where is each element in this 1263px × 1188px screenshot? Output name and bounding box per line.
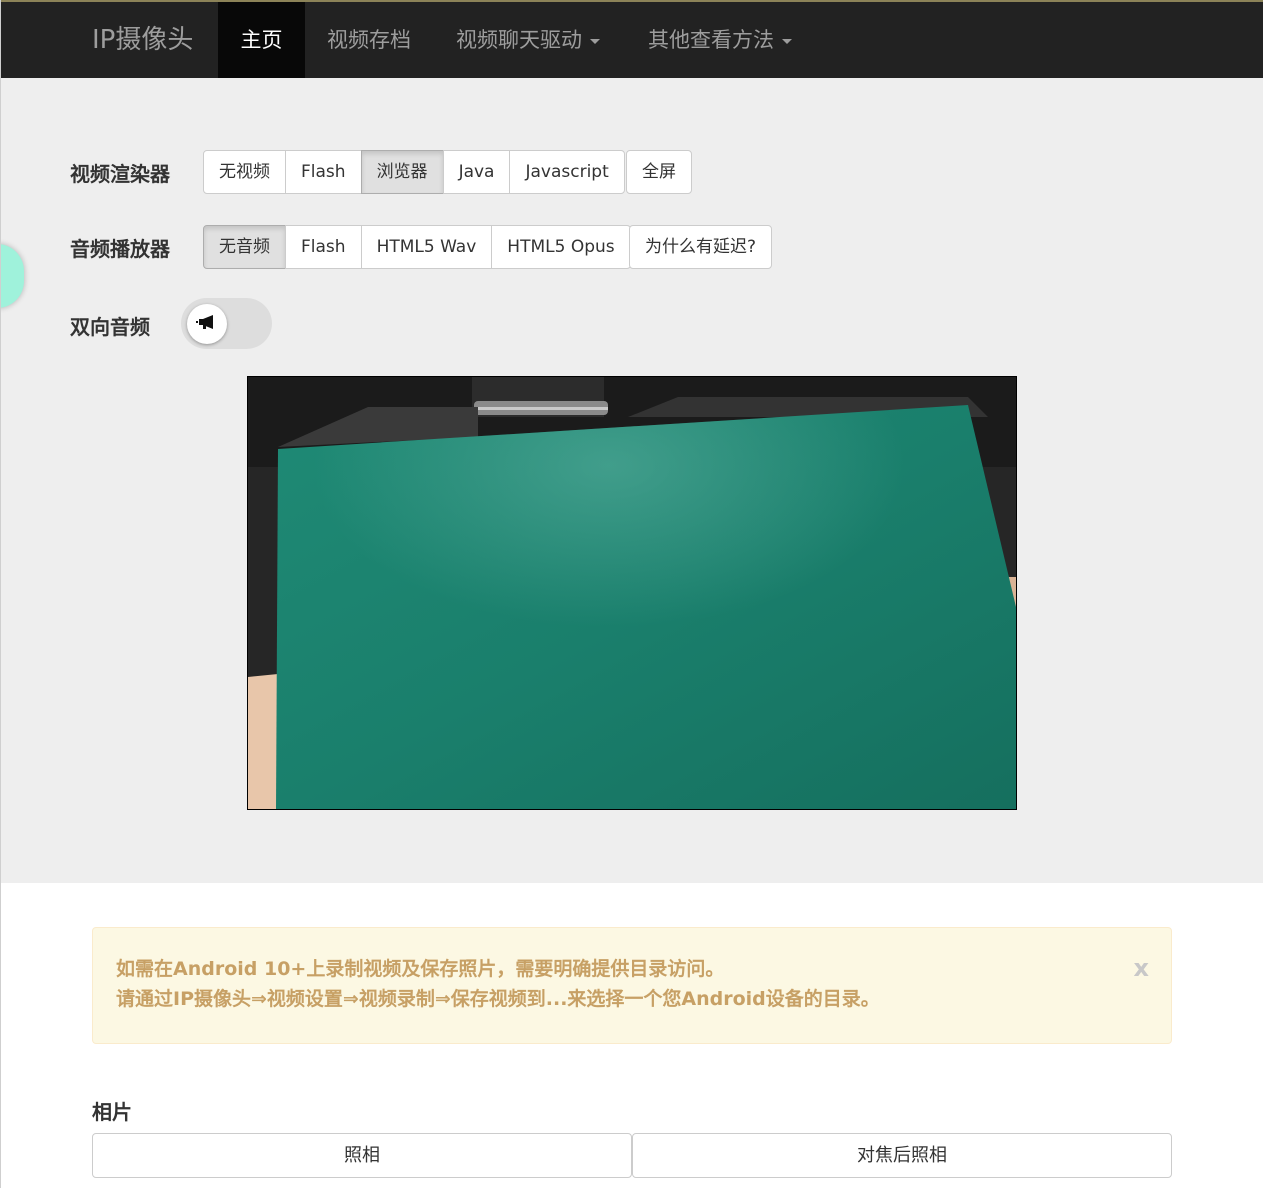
focus-and-take-photo-button[interactable]: 对焦后照相 (632, 1133, 1172, 1178)
nav-video-archive[interactable]: 视频存档 (327, 2, 411, 78)
audio-player-flash-button[interactable]: Flash (285, 225, 362, 269)
photo-section-title: 相片 (92, 1100, 132, 1124)
camera-image (248, 377, 1016, 809)
nav-video-chat-drivers[interactable]: 视频聊天驱动 (456, 2, 600, 78)
audio-player-none-button[interactable]: 无音频 (203, 225, 286, 269)
two-way-audio-label: 双向音频 (70, 315, 150, 339)
video-renderer-flash-button[interactable]: Flash (285, 150, 362, 194)
nav-other-viewing-methods-label: 其他查看方法 (648, 28, 774, 52)
video-renderer-group: 无视频 Flash 浏览器 Java Javascript (203, 150, 625, 194)
storage-warning-alert: 如需在Android 10+上录制视频及保存照片，需要明确提供目录访问。 请通过… (92, 927, 1172, 1044)
video-feed (247, 376, 1017, 810)
chevron-down-icon (590, 38, 600, 44)
audio-player-group: 无音频 Flash HTML5 Wav HTML5 Opus (203, 225, 631, 269)
brand-title[interactable]: IP摄像头 (92, 20, 193, 60)
audio-player-html5-wav-button[interactable]: HTML5 Wav (360, 225, 493, 269)
chevron-down-icon (782, 38, 792, 44)
megaphone-icon (196, 314, 218, 334)
alert-line-2: 请通过IP摄像头⇒视频设置⇒视频录制⇒保存视频到...来选择一个您Android… (116, 988, 880, 1010)
toggle-knob (187, 304, 227, 344)
nav-video-chat-drivers-label: 视频聊天驱动 (456, 28, 582, 52)
video-renderer-java-button[interactable]: Java (442, 150, 511, 194)
why-delay-button[interactable]: 为什么有延迟? (629, 225, 773, 269)
close-icon[interactable]: x (1134, 954, 1149, 982)
alert-line-1: 如需在Android 10+上录制视频及保存照片，需要明确提供目录访问。 (116, 958, 725, 980)
nav-home-label: 主页 (240, 28, 283, 52)
video-renderer-label: 视频渲染器 (70, 162, 170, 186)
navbar: IP摄像头 主页 视频存档 视频聊天驱动 其他查看方法 (0, 0, 1263, 78)
audio-player-html5-opus-button[interactable]: HTML5 Opus (491, 225, 631, 269)
video-renderer-javascript-button[interactable]: Javascript (509, 150, 625, 194)
video-renderer-none-button[interactable]: 无视频 (203, 150, 286, 194)
nav-home[interactable]: 主页 (218, 2, 305, 78)
page-left-edge (0, 0, 1, 1188)
two-way-audio-toggle[interactable] (181, 298, 272, 349)
video-renderer-browser-button[interactable]: 浏览器 (360, 150, 444, 194)
take-photo-button[interactable]: 照相 (92, 1133, 632, 1178)
nav-other-viewing-methods[interactable]: 其他查看方法 (648, 2, 792, 78)
nav-video-archive-label: 视频存档 (327, 28, 411, 52)
audio-player-label: 音频播放器 (70, 237, 170, 261)
fullscreen-button[interactable]: 全屏 (626, 150, 692, 194)
